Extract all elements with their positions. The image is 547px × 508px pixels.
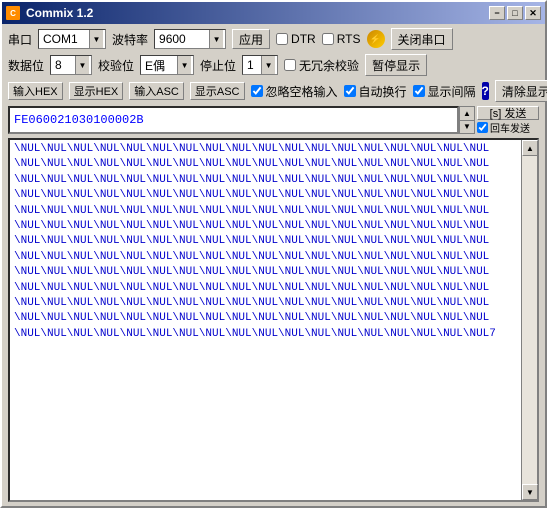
title-bar-title: C Commix 1.2 [6,6,93,20]
output-scroll-up[interactable]: ▲ [522,140,538,156]
show-interval-label: 显示间隔 [428,83,476,100]
rts-group: RTS [322,32,361,46]
apply-button[interactable]: 应用 [232,29,270,49]
no-extra-check-checkbox[interactable] [284,59,296,71]
rts-checkbox[interactable] [322,33,334,45]
ignore-space-group: 忽略空格输入 [251,83,338,100]
no-extra-check-group: 无冗余校验 [284,57,359,74]
baud-label: 波特率 [112,31,148,48]
parity-label: 校验位 [98,57,134,74]
input-scroll-down[interactable]: ▼ [460,121,474,134]
databits-arrow: ▼ [75,56,89,74]
dtr-checkbox[interactable] [276,33,288,45]
parity-value: E偶 [143,57,177,74]
parity-dropdown[interactable]: E偶 ▼ [140,55,194,75]
ignore-space-label: 忽略空格输入 [266,83,338,100]
auto-wrap-group: 自动换行 [344,83,407,100]
input-asc-button[interactable]: 输入ASC [129,82,184,100]
output-container: \NUL\NUL\NUL\NUL\NUL\NUL\NUL\NUL\NUL\NUL… [8,138,539,502]
carriage-return-group: 回车发送 [477,120,539,134]
hex-input-value: FE060021030100002B [10,113,148,127]
content-area: 串口 COM1 ▼ 波特率 9600 ▼ 应用 DTR RTS ⚡ 关闭串口 [2,24,545,506]
port-dropdown[interactable]: COM1 ▼ [38,29,106,49]
main-window: C Commix 1.2 − □ ✕ 串口 COM1 ▼ 波特率 9600 ▼ … [0,0,547,508]
pause-display-button[interactable]: 暂停显示 [365,54,427,76]
app-icon: C [6,6,20,20]
maximize-button[interactable]: □ [507,6,523,20]
title-controls: − □ ✕ [489,6,541,20]
auto-wrap-checkbox[interactable] [344,85,356,97]
show-hex-button[interactable]: 显示HEX [69,82,124,100]
output-scroll-down[interactable]: ▼ [522,484,538,500]
close-button[interactable]: ✕ [525,6,541,20]
input-hex-button[interactable]: 输入HEX [8,82,63,100]
port-row: 串口 COM1 ▼ 波特率 9600 ▼ 应用 DTR RTS ⚡ 关闭串口 [8,28,539,50]
stop-value: 1 [245,58,261,72]
port-value: COM1 [41,32,89,46]
dtr-group: DTR [276,32,316,46]
rts-label: RTS [337,32,361,46]
input-scrollbar: ▲ ▼ [459,106,475,134]
input-mode-row: 输入HEX 显示HEX 输入ASC 显示ASC 忽略空格输入 自动换行 显示间隔… [8,80,539,102]
databits-dropdown[interactable]: 8 ▼ [50,55,92,75]
baud-value: 9600 [157,32,209,46]
baud-dropdown-arrow: ▼ [209,30,223,48]
databits-value: 8 [53,58,75,72]
close-port-button[interactable]: 关闭串口 [391,28,453,50]
port-dropdown-arrow: ▼ [89,30,103,48]
show-interval-checkbox[interactable] [413,85,425,97]
output-scroll-track[interactable] [522,156,537,484]
baud-dropdown[interactable]: 9600 ▼ [154,29,226,49]
ignore-space-checkbox[interactable] [251,85,263,97]
input-send-row: FE060021030100002B ▲ ▼ [s] 发送 回车发送 [8,106,539,134]
carriage-return-label: 回车发送 [490,120,530,135]
no-extra-check-label: 无冗余校验 [299,57,359,74]
help-button[interactable]: ? [482,82,489,100]
connect-icon: ⚡ [367,30,385,48]
input-scroll-up[interactable]: ▲ [460,107,474,121]
auto-wrap-label: 自动换行 [359,83,407,100]
send-button[interactable]: [s] 发送 [477,106,539,120]
stop-label: 停止位 [200,57,236,74]
parity-arrow: ▼ [177,56,191,74]
dtr-label: DTR [291,32,316,46]
carriage-return-checkbox[interactable] [477,122,488,133]
hex-input-container[interactable]: FE060021030100002B [8,106,459,134]
output-scrollbar: ▲ ▼ [521,140,537,500]
title-bar: C Commix 1.2 − □ ✕ [2,2,545,24]
databits-label: 数据位 [8,57,44,74]
stop-dropdown[interactable]: 1 ▼ [242,55,278,75]
clear-display-button[interactable]: 清除显示 [495,80,547,102]
show-interval-group: 显示间隔 [413,83,476,100]
port-label: 串口 [8,31,32,48]
window-title: Commix 1.2 [26,6,93,20]
show-asc-button[interactable]: 显示ASC [190,82,245,100]
output-area: \NUL\NUL\NUL\NUL\NUL\NUL\NUL\NUL\NUL\NUL… [10,140,521,500]
send-area: [s] 发送 回车发送 [477,106,539,134]
stop-arrow: ▼ [261,56,275,74]
databits-row: 数据位 8 ▼ 校验位 E偶 ▼ 停止位 1 ▼ 无冗余校验 暂停显示 [8,54,539,76]
minimize-button[interactable]: − [489,6,505,20]
